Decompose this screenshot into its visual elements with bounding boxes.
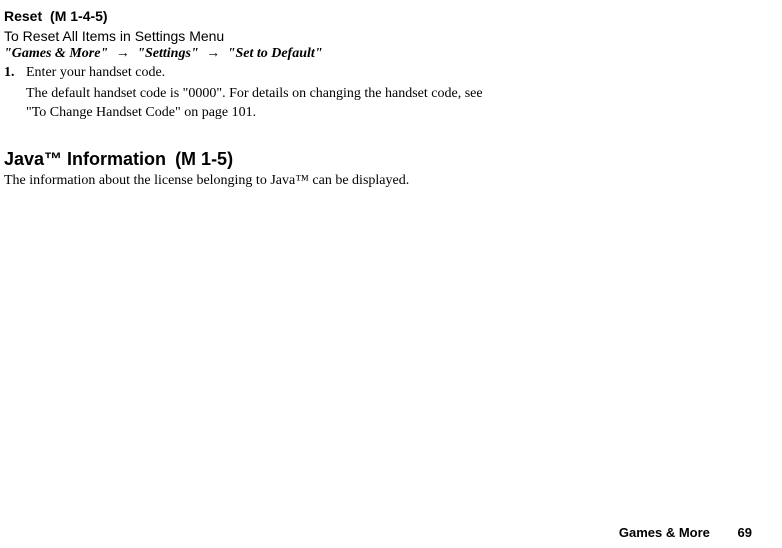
step-detail: The default handset code is "0000". For …	[26, 85, 484, 123]
reset-title: Reset	[4, 8, 42, 24]
navigation-path: "Games & More" → "Settings" → "Set to De…	[4, 46, 484, 62]
java-body: The information about the license belong…	[4, 172, 484, 191]
reset-heading: Reset (M 1-4-5)	[4, 8, 484, 24]
java-title: Java™ Information	[4, 149, 166, 169]
step-item: 1. Enter your handset code. The default …	[4, 64, 484, 123]
arrow-icon: →	[206, 46, 220, 61]
step-text: Enter your handset code.	[26, 64, 484, 83]
java-code: (M 1-5)	[175, 149, 233, 169]
nav-part1: "Games & More"	[4, 46, 108, 61]
reset-code: (M 1-4-5)	[50, 8, 108, 24]
page-number: 69	[738, 525, 752, 540]
page-content: Reset (M 1-4-5) To Reset All Items in Se…	[4, 8, 484, 191]
arrow-icon: →	[116, 46, 130, 61]
footer-label: Games & More	[619, 525, 710, 540]
step-body: Enter your handset code. The default han…	[26, 64, 484, 123]
java-section: Java™ Information (M 1-5) The informatio…	[4, 149, 484, 191]
page-footer: Games & More 69	[619, 525, 752, 540]
reset-subtitle: To Reset All Items in Settings Menu	[4, 28, 484, 44]
nav-part3: "Set to Default"	[228, 46, 323, 61]
step-number: 1.	[4, 64, 26, 123]
java-heading: Java™ Information (M 1-5)	[4, 149, 484, 170]
nav-part2: "Settings"	[137, 46, 198, 61]
